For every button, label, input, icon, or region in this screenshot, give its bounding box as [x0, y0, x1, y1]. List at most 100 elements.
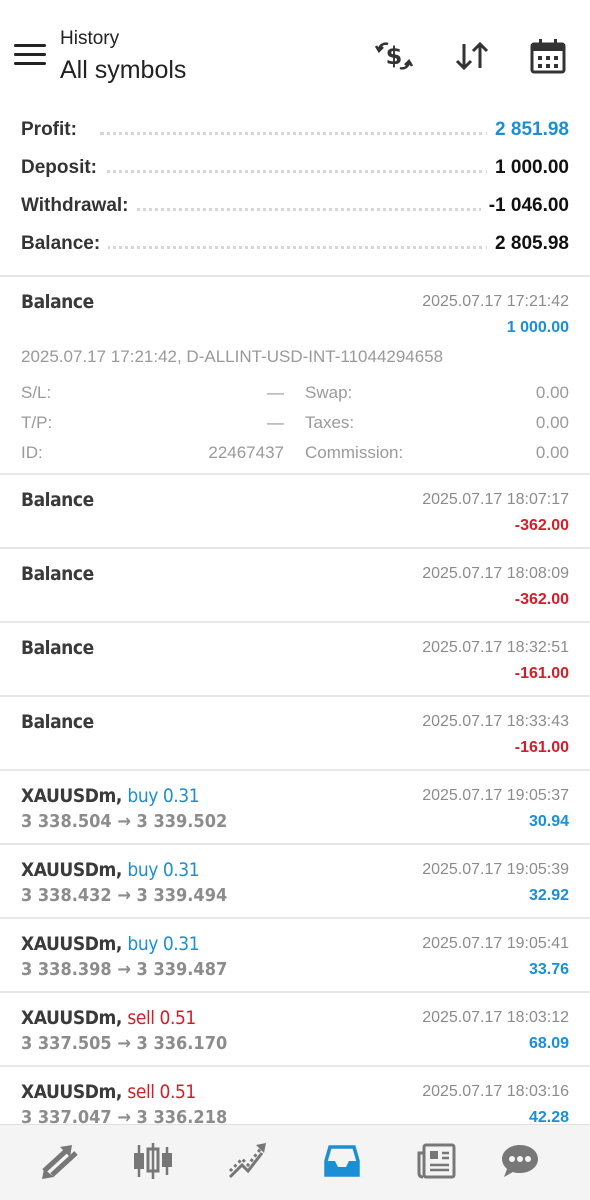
deal-title: Balance	[21, 291, 94, 313]
deal-time: 2025.07.17 18:08:09	[422, 565, 569, 582]
trade-time: 2025.07.17 19:05:41	[422, 935, 569, 952]
detail-row: T/P: — Taxes: 0.00	[21, 413, 569, 439]
trade-symbol: XAUUSDm,	[21, 933, 122, 955]
header-subtitle: History	[60, 28, 120, 49]
deal-comment: 2025.07.17 17:21:42, D-ALLINT-USD-INT-11…	[21, 347, 444, 366]
trade-title: XAUUSDm, buy 0.31	[21, 933, 200, 955]
trade-prices: 3 338.504 → 3 339.502	[21, 811, 228, 832]
deal-time: 2025.07.17 18:07:17	[422, 491, 569, 508]
deal-amount: -362.00	[514, 517, 569, 534]
trade-profit: 32.92	[528, 887, 569, 904]
deal-title: Balance	[21, 563, 94, 585]
header-title[interactable]: All symbols	[60, 56, 186, 85]
trade-time: 2025.07.17 18:03:12	[422, 1009, 569, 1026]
taxes-label: Taxes:	[305, 413, 355, 432]
deal-entry[interactable]: Balance 2025.07.17 18:08:09 -362.00	[0, 549, 590, 623]
trade-icon[interactable]	[226, 1141, 270, 1181]
summary-value: 1 000.00	[487, 157, 569, 179]
summary-row-deposit: Deposit: 1 000.00	[0, 150, 590, 188]
dotted-leader	[100, 208, 490, 211]
menu-icon[interactable]	[14, 44, 46, 66]
id-label: ID:	[21, 443, 43, 462]
deal-time: 2025.07.17 18:33:43	[422, 713, 569, 730]
dotted-leader	[100, 246, 490, 249]
trade-profit: 33.76	[528, 961, 569, 978]
trade-action: buy 0.31	[127, 785, 200, 807]
svg-text:$: $	[386, 42, 403, 70]
trade-profit: 30.94	[528, 813, 569, 830]
summary-panel: Profit: 2 851.98 Deposit: 1 000.00 Withd…	[0, 112, 590, 264]
trade-prices: 3 337.505 → 3 336.170	[21, 1033, 228, 1054]
trade-symbol: XAUUSDm,	[21, 1081, 122, 1103]
trade-action: buy 0.31	[127, 859, 200, 881]
trade-symbol: XAUUSDm,	[21, 1007, 122, 1029]
trade-entry[interactable]: XAUUSDm, sell 0.51 3 337.505 → 3 336.170…	[0, 993, 590, 1067]
deal-entry[interactable]: Balance 2025.07.17 18:33:43 -161.00	[0, 697, 590, 771]
trade-symbol: XAUUSDm,	[21, 859, 122, 881]
trade-title: XAUUSDm, buy 0.31	[21, 785, 200, 807]
commission-label: Commission:	[305, 443, 404, 462]
bottom-navigation	[0, 1124, 590, 1200]
deal-time: 2025.07.17 17:21:42	[422, 293, 569, 310]
trade-prices: 3 338.398 → 3 339.487	[21, 959, 228, 980]
swap-value: 0.00	[535, 383, 569, 402]
calendar-icon[interactable]	[528, 38, 568, 74]
messages-icon[interactable]	[498, 1141, 542, 1181]
trade-time: 2025.07.17 18:03:16	[422, 1083, 569, 1100]
commission-value: 0.00	[535, 443, 569, 462]
sort-icon[interactable]	[452, 38, 492, 74]
trade-action: buy 0.31	[127, 933, 200, 955]
deal-title: Balance	[21, 637, 94, 659]
summary-value: 2 805.98	[487, 233, 569, 255]
summary-label: Deposit:	[21, 157, 105, 179]
deal-title: Balance	[21, 711, 94, 733]
dotted-leader	[100, 132, 490, 135]
deal-amount: -161.00	[514, 665, 569, 682]
trade-action: sell 0.51	[127, 1007, 196, 1029]
deal-entry[interactable]: Balance 2025.07.17 18:07:17 -362.00	[0, 475, 590, 549]
sl-label: S/L:	[21, 383, 52, 402]
app-header: History All symbols $	[0, 0, 590, 100]
taxes-value: 0.00	[535, 413, 569, 432]
trade-action: sell 0.51	[127, 1081, 196, 1103]
quotes-icon[interactable]	[38, 1141, 82, 1181]
trade-title: XAUUSDm, sell 0.51	[21, 1007, 196, 1029]
summary-label: Withdrawal:	[21, 195, 137, 217]
trade-symbol: XAUUSDm,	[21, 785, 122, 807]
summary-value: -1 046.00	[480, 195, 569, 217]
trade-title: XAUUSDm, buy 0.31	[21, 859, 200, 881]
trade-prices: 3 338.432 → 3 339.494	[21, 885, 228, 906]
deal-amount: -362.00	[514, 591, 569, 608]
summary-row-withdrawal: Withdrawal: -1 046.00	[0, 188, 590, 226]
id-value: 22467437	[208, 443, 284, 462]
dotted-leader	[100, 170, 490, 173]
deal-entry-expanded[interactable]: Balance 2025.07.17 17:21:42 1 000.00 202…	[0, 277, 590, 475]
detail-row: ID: 22467437 Commission: 0.00	[21, 443, 569, 469]
trade-title: XAUUSDm, sell 0.51	[21, 1081, 196, 1103]
trade-entry[interactable]: XAUUSDm, buy 0.31 3 338.504 → 3 339.502 …	[0, 771, 590, 845]
history-icon[interactable]	[320, 1141, 364, 1181]
news-icon[interactable]	[415, 1141, 459, 1181]
summary-value: 2 851.98	[487, 119, 569, 141]
trade-entry[interactable]: XAUUSDm, buy 0.31 3 338.432 → 3 339.494 …	[0, 845, 590, 919]
trade-entry[interactable]: XAUUSDm, buy 0.31 3 338.398 → 3 339.487 …	[0, 919, 590, 993]
trade-time: 2025.07.17 19:05:39	[422, 861, 569, 878]
deal-amount: -161.00	[514, 739, 569, 756]
detail-row: S/L: — Swap: 0.00	[21, 383, 569, 409]
deal-amount: 1 000.00	[506, 319, 569, 336]
trade-profit: 68.09	[528, 1035, 569, 1052]
deal-entry[interactable]: Balance 2025.07.17 18:32:51 -161.00	[0, 623, 590, 697]
summary-label: Balance:	[21, 233, 109, 255]
summary-label: Profit:	[21, 119, 85, 141]
trade-time: 2025.07.17 19:05:37	[422, 787, 569, 804]
chart-icon[interactable]	[131, 1141, 175, 1181]
summary-row-profit: Profit: 2 851.98	[0, 112, 590, 150]
tp-value: —	[267, 413, 284, 432]
tp-label: T/P:	[21, 413, 53, 432]
deal-time: 2025.07.17 18:32:51	[422, 639, 569, 656]
sl-value: —	[267, 383, 284, 402]
deal-title: Balance	[21, 489, 94, 511]
summary-row-balance: Balance: 2 805.98	[0, 226, 590, 264]
swap-label: Swap:	[305, 383, 353, 402]
currency-exchange-icon[interactable]: $	[374, 38, 414, 74]
